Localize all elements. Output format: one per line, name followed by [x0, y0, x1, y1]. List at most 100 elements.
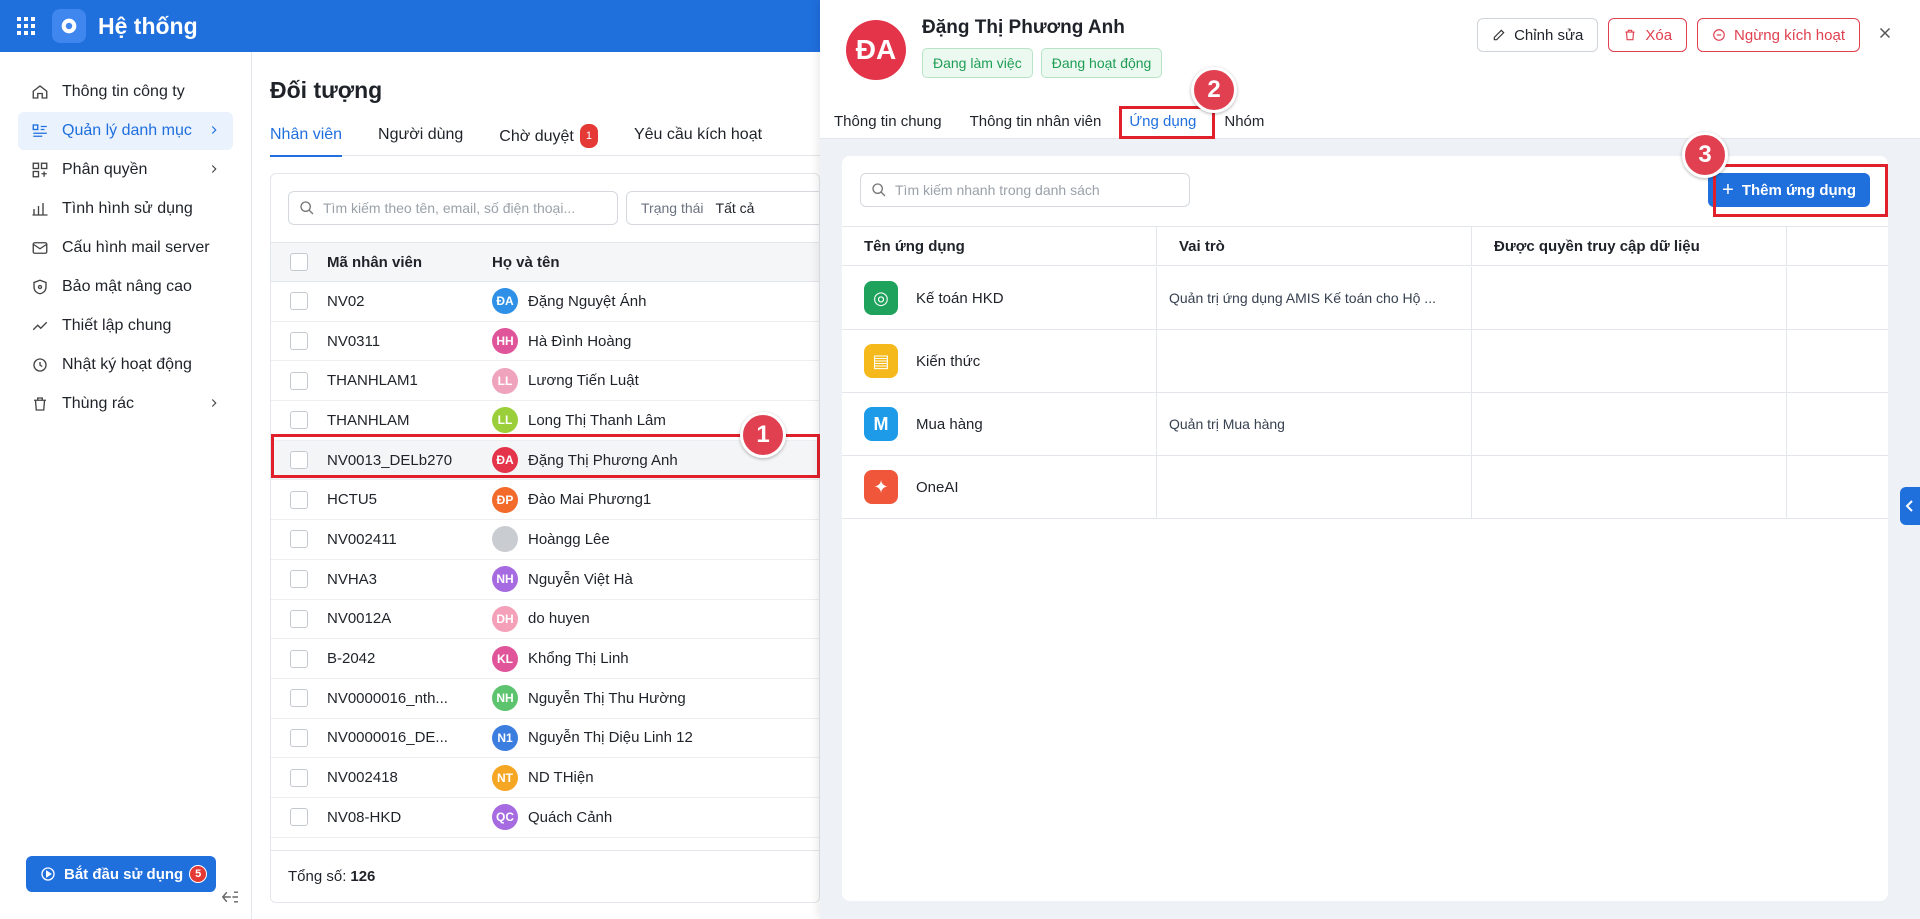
pending-count-badge: 1 — [579, 124, 598, 148]
row-checkbox[interactable] — [290, 411, 308, 430]
employee-name: Hoàngg Lêe — [528, 530, 610, 548]
avatar: LL — [492, 367, 518, 394]
app-data-access — [1472, 267, 1787, 329]
sidebar-item-permission[interactable]: Phân quyền — [18, 151, 233, 189]
sidebar-item-security[interactable]: Bảo mật nâng cao — [18, 268, 233, 306]
table-row[interactable]: NV0012A DH do huyen — [271, 600, 819, 640]
sparkle-app-icon: ✦ — [864, 470, 898, 504]
app-search-input[interactable]: Tìm kiếm nhanh trong danh sách — [860, 173, 1190, 207]
gear-logo-icon — [52, 9, 86, 43]
mail-icon — [30, 238, 50, 258]
table-row[interactable]: NVHA3 NH Nguyễn Việt Hà — [271, 560, 819, 600]
start-using-button[interactable]: Bắt đầu sử dụng 5 — [26, 856, 216, 892]
employee-name: Khổng Thị Linh — [528, 650, 629, 668]
app-grid-icon[interactable] — [0, 0, 52, 52]
collapse-sidebar-icon[interactable] — [220, 889, 240, 909]
column-header-app-name[interactable]: Tên ứng dụng — [842, 227, 1157, 265]
table-row[interactable]: NV0311 HH Hà Đình Hoàng — [271, 322, 819, 362]
avatar: HH — [492, 328, 518, 355]
sidebar-item-general-settings[interactable]: Thiết lập chung — [18, 307, 233, 345]
column-header-name[interactable]: Họ và tên — [492, 254, 819, 271]
ketoan-app-icon: ◎ — [864, 281, 898, 315]
tab-groups[interactable]: Nhóm — [1210, 108, 1278, 138]
employee-name: Nguyễn Việt Hà — [528, 570, 633, 588]
shield-icon — [30, 277, 50, 297]
sidebar-item-trash[interactable]: Thùng rác — [18, 385, 233, 423]
detail-body: Tìm kiếm nhanh trong danh sách + Thêm ứn… — [820, 139, 1920, 919]
employee-code: THANHLAM — [327, 411, 410, 429]
row-checkbox[interactable] — [290, 689, 308, 708]
row-checkbox[interactable] — [290, 332, 308, 351]
list-item[interactable]: M Mua hàng Quản trị Mua hàng — [842, 393, 1888, 456]
sidebar-item-company-info[interactable]: Thông tin công ty — [18, 73, 233, 111]
row-checkbox[interactable] — [290, 649, 308, 668]
table-row[interactable]: THANHLAM1 LL Lương Tiến Luật — [271, 361, 819, 402]
close-icon[interactable] — [1876, 24, 1894, 46]
tab-users[interactable]: Người dùng — [360, 124, 481, 156]
status-badge-active: Đang hoạt động — [1040, 48, 1163, 78]
tab-general-info[interactable]: Thông tin chung — [834, 108, 956, 138]
employee-code: NV0000016_DE... — [327, 729, 448, 747]
row-checkbox[interactable] — [290, 728, 308, 747]
row-checkbox[interactable] — [290, 292, 308, 311]
table-row[interactable]: NV02 ĐA Đặng Nguyệt Ánh — [271, 282, 819, 322]
column-header-role[interactable]: Vai trò — [1157, 227, 1472, 265]
row-checkbox[interactable] — [290, 490, 308, 509]
column-header-data-access[interactable]: Được quyền truy cập dữ liệu — [1472, 227, 1787, 265]
row-checkbox[interactable] — [290, 371, 308, 390]
employee-name: Nguyễn Thị Thu Hường — [528, 689, 686, 707]
app-data-access — [1472, 456, 1787, 518]
chevron-left-icon[interactable] — [1900, 487, 1920, 525]
row-checkbox[interactable] — [290, 570, 308, 589]
main-tabs: Nhân viên Người dùng Chờ duyệt 1 Yêu cầu … — [270, 124, 820, 157]
edit-button[interactable]: Chỉnh sửa — [1477, 18, 1599, 52]
app-role — [1157, 456, 1472, 518]
catalog-icon — [30, 121, 50, 141]
history-icon — [30, 355, 50, 375]
list-item[interactable]: ◎ Kế toán HKD Quản trị ứng dụng AMIS Kế to… — [842, 267, 1888, 330]
avatar: DH — [492, 605, 518, 632]
table-row[interactable]: NV002411 Hoàngg Lêe — [271, 520, 819, 560]
row-checkbox[interactable] — [290, 768, 308, 787]
book-app-icon: ▤ — [864, 344, 898, 378]
employee-search-input[interactable]: Tìm kiếm theo tên, email, số điện thoại.… — [288, 191, 618, 225]
start-using-badge: 5 — [189, 865, 208, 883]
status-filter-select[interactable]: Trạng thái Tất cả — [626, 191, 819, 225]
table-row[interactable]: NV002418 NT ND THiện — [271, 758, 819, 798]
tab-activation-requests[interactable]: Yêu cầu kích hoạt — [616, 124, 780, 156]
row-checkbox[interactable] — [290, 530, 308, 549]
permission-icon — [30, 160, 50, 180]
avatar: QC — [492, 804, 518, 831]
app-role: Quản trị Mua hàng — [1157, 393, 1472, 455]
table-row[interactable]: B-2042 KL Khổng Thị Linh — [271, 639, 819, 679]
employee-name: Hà Đình Hoàng — [528, 332, 632, 350]
employee-name: Long Thị Thanh Lâm — [528, 411, 666, 429]
tab-employee-info[interactable]: Thông tin nhân viên — [956, 108, 1116, 138]
avatar: NT — [492, 764, 518, 791]
row-checkbox[interactable] — [290, 808, 308, 827]
list-item[interactable]: ✦ OneAI — [842, 456, 1888, 519]
sidebar-item-mail-server[interactable]: Cấu hình mail server — [18, 229, 233, 267]
sidebar-item-catalog[interactable]: Quản lý danh mục — [18, 112, 233, 150]
table-row[interactable]: HCTU5 ĐP Đào Mai Phương1 — [271, 480, 819, 521]
row-checkbox[interactable] — [290, 609, 308, 628]
sidebar-item-usage[interactable]: Tình hình sử dụng — [18, 190, 233, 228]
tab-pending[interactable]: Chờ duyệt 1 — [481, 124, 616, 156]
filter-bar: Tìm kiếm theo tên, email, số điện thoại.… — [271, 174, 819, 242]
deactivate-button[interactable]: Ngừng kích hoạt — [1697, 18, 1860, 52]
select-all-checkbox[interactable] — [290, 253, 308, 271]
employee-name: Lương Tiến Luật — [528, 372, 639, 390]
employee-list-card: Tìm kiếm theo tên, email, số điện thoại.… — [270, 173, 820, 903]
column-header-code[interactable]: Mã nhân viên — [327, 254, 492, 271]
sidebar-item-activity-log[interactable]: Nhật ký hoạt động — [18, 346, 233, 384]
list-item[interactable]: ▤ Kiến thức — [842, 330, 1888, 393]
table-row[interactable]: NV0000016_DE... N1 Nguyễn Thị Diệu Linh 12 — [271, 719, 819, 759]
employee-code: NV0012A — [327, 610, 392, 628]
table-row[interactable]: NV0000016_nth... NH Nguyễn Thị Thu Hường — [271, 679, 819, 719]
table-row[interactable]: NV08-HKD QC Quách Cảnh — [271, 798, 819, 838]
edit-label: Chỉnh sửa — [1514, 26, 1584, 44]
step-marker-1: 1 — [740, 412, 786, 458]
delete-button[interactable]: Xóa — [1608, 18, 1688, 52]
tab-employees[interactable]: Nhân viên — [270, 124, 360, 157]
employee-name: ND THiện — [528, 769, 594, 787]
